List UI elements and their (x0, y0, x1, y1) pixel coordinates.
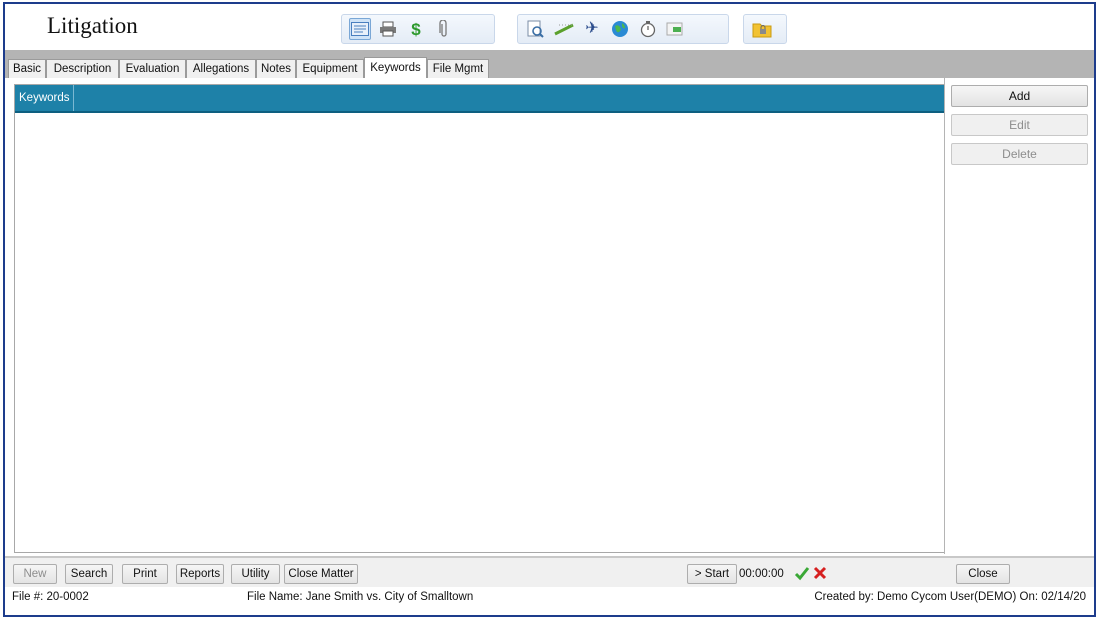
document-search-icon[interactable] (525, 18, 547, 40)
toolbar-group-secure (743, 14, 787, 44)
title-bar: Litigation $ ✈ (5, 4, 1094, 50)
file-number: File #: 20-0002 (12, 591, 89, 603)
tab-notes[interactable]: Notes (256, 59, 296, 78)
utility-button[interactable]: Utility (231, 564, 280, 584)
window-title: Litigation (47, 13, 138, 38)
keywords-grid[interactable]: Keywords (14, 84, 945, 553)
created-by: Created by: Demo Cycom User(DEMO) On: 02… (814, 591, 1086, 603)
bottom-action-bar: New Search Print Reports Utility Close M… (5, 556, 1094, 587)
search-button[interactable]: Search (65, 564, 113, 584)
start-timer-button[interactable]: > Start (687, 564, 737, 584)
airplane-icon[interactable]: ✈ (581, 18, 603, 40)
grid-header: Keywords (15, 85, 944, 113)
tab-equipment[interactable]: Equipment (296, 59, 364, 78)
globe-icon[interactable] (609, 18, 631, 40)
dollar-icon[interactable]: $ (405, 18, 427, 40)
edit-button[interactable]: Edit (951, 114, 1088, 136)
export-icon[interactable] (665, 18, 687, 40)
tab-bar: Basic Description Evaluation Allegations… (5, 50, 1094, 78)
new-button[interactable]: New (13, 564, 57, 584)
ruler-icon[interactable] (553, 18, 575, 40)
column-header-keywords[interactable]: Keywords (15, 85, 74, 111)
tab-evaluation[interactable]: Evaluation (119, 59, 186, 78)
tab-file-mgmt[interactable]: File Mgmt (427, 59, 489, 78)
delete-button[interactable]: Delete (951, 143, 1088, 165)
toolbar-group-tools: ✈ (517, 14, 729, 44)
paperclip-icon[interactable] (433, 18, 455, 40)
tab-basic[interactable]: Basic (8, 59, 46, 78)
timer-display: 00:00:00 (739, 568, 784, 580)
file-name: File Name: Jane Smith vs. City of Smallt… (247, 591, 474, 603)
form-view-icon[interactable] (349, 18, 371, 40)
reports-button[interactable]: Reports (176, 564, 224, 584)
print-button[interactable]: Print (122, 564, 168, 584)
side-button-panel: Add Edit Delete (944, 78, 1095, 554)
folder-lock-icon[interactable] (751, 18, 773, 40)
status-bar: File #: 20-0002 File Name: Jane Smith vs… (5, 587, 1094, 615)
stopwatch-icon[interactable] (637, 18, 659, 40)
tab-allegations[interactable]: Allegations (186, 59, 256, 78)
tab-description[interactable]: Description (46, 59, 119, 78)
keywords-panel: Keywords Add Edit Delete (5, 78, 1094, 554)
toolbar-group-primary: $ (341, 14, 495, 44)
checkmark-icon[interactable] (794, 565, 810, 581)
tab-keywords[interactable]: Keywords (364, 57, 427, 78)
close-matter-button[interactable]: Close Matter (284, 564, 358, 584)
litigation-window: Litigation $ ✈ Basic Description Evaluat… (3, 2, 1096, 617)
add-button[interactable]: Add (951, 85, 1088, 107)
cancel-x-icon[interactable] (812, 565, 828, 581)
close-button[interactable]: Close (956, 564, 1010, 584)
printer-icon[interactable] (377, 18, 399, 40)
